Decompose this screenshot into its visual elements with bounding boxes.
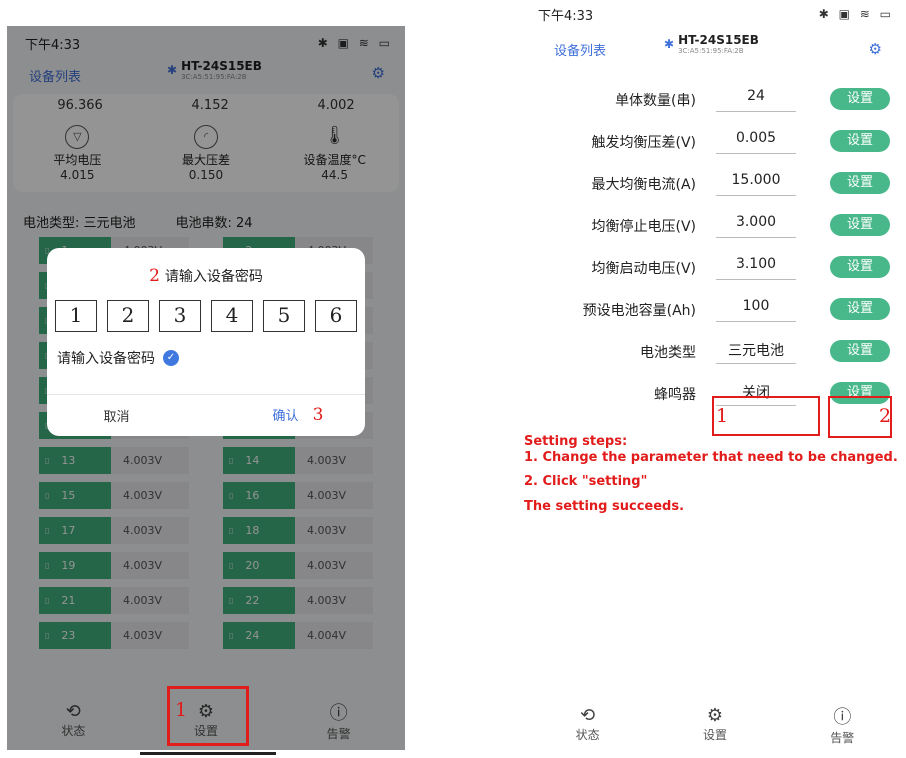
- device-info: ✱ HT-24S15EB 3C:A5:51:95:FA:2B: [664, 34, 759, 56]
- nav-label: 设置: [702, 728, 727, 742]
- password-hint: 请输入设备密码: [57, 351, 155, 367]
- bottom-nav: ⟲ 状态 ⚙ 设置 ⓘ 告警: [524, 694, 906, 754]
- nav-label: 状态: [575, 728, 600, 742]
- setting-value-input[interactable]: 3.000: [716, 214, 796, 238]
- alert-icon: ⓘ: [833, 706, 852, 728]
- setting-value-input[interactable]: 0.005: [716, 130, 796, 154]
- settings-list: 单体数量(串) 24 设置 触发均衡压差(V) 0.005 设置 最大均衡电流(A) 15.0…: [524, 78, 906, 438]
- dialog-title-text: 请输入设备密码: [164, 269, 263, 285]
- password-digit[interactable]: 4: [211, 300, 253, 332]
- password-digit[interactable]: 6: [315, 300, 357, 332]
- confirm-label: 确认: [272, 409, 299, 424]
- right-screenshot: 下午4:33 ✱ ▣ ≋ ▭ 设备列表 ✱ HT-24S15EB 3C:A5:5…: [524, 0, 906, 758]
- password-digit[interactable]: 2: [107, 300, 149, 332]
- password-digit[interactable]: 1: [55, 300, 97, 332]
- setting-row: 均衡停止电压(V) 3.000 设置: [524, 204, 906, 246]
- setting-value-input[interactable]: 24: [716, 88, 796, 112]
- setting-label: 蜂鸣器: [654, 387, 696, 403]
- bluetooth-icon: ✱: [664, 37, 675, 51]
- setting-row: 均衡启动电压(V) 3.100 设置: [524, 246, 906, 288]
- setting-value-input[interactable]: 100: [716, 298, 796, 322]
- setting-value-input[interactable]: 15.000: [716, 172, 796, 196]
- status-bar: 下午4:33 ✱ ▣ ≋ ▭: [524, 0, 906, 28]
- password-digit[interactable]: 5: [263, 300, 305, 332]
- status-time: 下午4:33: [538, 8, 594, 24]
- set-button[interactable]: 设置: [830, 298, 890, 320]
- set-button[interactable]: 设置: [830, 130, 890, 152]
- set-button[interactable]: 设置: [830, 214, 890, 236]
- cancel-button[interactable]: 取消: [47, 406, 206, 425]
- set-button[interactable]: 设置: [830, 256, 890, 278]
- password-hint-row[interactable]: 请输入设备密码 ✓: [47, 348, 365, 368]
- steps-heading: Setting steps: 1. Change the parameter t…: [524, 434, 898, 466]
- password-digit[interactable]: 3: [159, 300, 201, 332]
- step-line: The setting succeeds.: [524, 499, 685, 514]
- confirm-button[interactable]: 确认 3: [206, 405, 365, 425]
- nav-status[interactable]: ⟲ 状态: [548, 705, 628, 743]
- setting-label: 预设电池容量(Ah): [582, 303, 696, 319]
- setting-row: 最大均衡电流(A) 15.000 设置: [524, 162, 906, 204]
- highlight-box: [712, 396, 820, 436]
- step-marker: 1: [716, 405, 729, 427]
- setting-label: 触发均衡压差(V): [591, 135, 696, 151]
- setting-steps: Setting steps: 1. Change the parameter t…: [524, 434, 898, 524]
- set-button[interactable]: 设置: [830, 88, 890, 110]
- step-line: 2. Click "setting": [524, 474, 648, 489]
- set-button[interactable]: 设置: [830, 172, 890, 194]
- setting-label: 均衡启动电压(V): [591, 261, 696, 277]
- set-button[interactable]: 设置: [830, 340, 890, 362]
- device-name: HT-24S15EB: [678, 33, 759, 47]
- step-line: 1. Change the parameter that need to be …: [524, 450, 898, 465]
- setting-label: 最大均衡电流(A): [591, 177, 696, 193]
- setting-row: 电池类型 三元电池 设置: [524, 330, 906, 372]
- setting-value-input[interactable]: 3.100: [716, 256, 796, 280]
- device-mac: 3C:A5:51:95:FA:2B: [678, 47, 744, 55]
- setting-label: 单体数量(串): [615, 93, 696, 109]
- gear-icon: ⚙: [706, 705, 724, 726]
- setting-row: 触发均衡压差(V) 0.005 设置: [524, 120, 906, 162]
- step-line: Setting steps:: [524, 434, 628, 449]
- device-list-link[interactable]: 设备列表: [554, 40, 606, 59]
- setting-row: 单体数量(串) 24 设置: [524, 78, 906, 120]
- setting-row: 预设电池容量(Ah) 100 设置: [524, 288, 906, 330]
- step-marker: 2: [879, 405, 892, 427]
- status-icons: ✱ ▣ ≋ ▭: [818, 7, 894, 21]
- home-indicator: [140, 752, 276, 755]
- setting-label: 电池类型: [640, 345, 696, 361]
- app-header: 设备列表 ✱ HT-24S15EB 3C:A5:51:95:FA:2B ⚙: [524, 28, 906, 70]
- left-screenshot: 下午4:33 ✱ ▣ ≋ ▭ 设备列表 ✱ HT-24S15EB 3C:A5:5…: [7, 26, 405, 750]
- nav-label: 告警: [830, 730, 855, 745]
- history-icon: ⟲: [580, 705, 596, 726]
- step-marker: 1: [175, 699, 188, 721]
- nav-settings[interactable]: ⚙ 设置: [675, 705, 755, 743]
- gear-icon[interactable]: ⚙: [869, 40, 882, 58]
- check-icon[interactable]: ✓: [163, 350, 179, 366]
- dialog-buttons: 取消 确认 3: [47, 395, 365, 435]
- setting-label: 均衡停止电压(V): [591, 219, 696, 235]
- password-digits: 1 2 3 4 5 6: [47, 300, 365, 332]
- step-marker: 3: [312, 405, 324, 425]
- step-marker: 2: [149, 266, 160, 286]
- setting-value-input[interactable]: 三元电池: [716, 340, 796, 364]
- nav-alarm[interactable]: ⓘ 告警: [802, 703, 882, 746]
- dialog-title: 2 请输入设备密码: [47, 266, 365, 286]
- password-dialog: 2 请输入设备密码 1 2 3 4 5 6 请输入设备密码 ✓ 取消 确认 3: [47, 248, 365, 436]
